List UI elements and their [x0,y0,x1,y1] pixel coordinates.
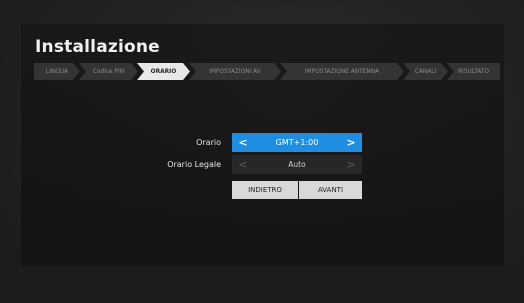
step-risultato: RISULTATO [447,63,500,80]
bottom-band [0,266,524,303]
orario-selector[interactable]: < GMT+1:00 > [232,133,362,152]
orario-legale-selector[interactable]: < Auto > [232,155,362,174]
wizard-steps: LINGUA Codice PIN ORARIO IMPOSTAZIONI AV… [34,63,500,80]
step-orario: ORARIO [137,63,190,80]
step-lingua: LINGUA [34,63,80,80]
page-title: Installazione [35,37,160,57]
step-canali: CANALI [403,63,448,80]
step-impostazione-antenna: IMPOSTAZIONE ANTENNA [280,63,404,80]
chevron-left-icon[interactable]: < [234,133,252,152]
chevron-right-icon[interactable]: > [342,133,360,152]
step-impostazioni-av: IMPOSTAZIONI AV [189,63,281,80]
orario-legale-label: Orario Legale [167,160,221,169]
orario-value: GMT+1:00 [275,138,319,147]
next-button[interactable]: AVANTI [299,181,362,199]
chevron-right-icon[interactable]: > [342,155,360,174]
chevron-left-icon[interactable]: < [234,155,252,174]
back-button[interactable]: INDIETRO [232,181,298,199]
step-codice-pin: Codice PIN [79,63,138,80]
orario-legale-value: Auto [288,160,306,169]
orario-label: Orario [196,138,221,147]
